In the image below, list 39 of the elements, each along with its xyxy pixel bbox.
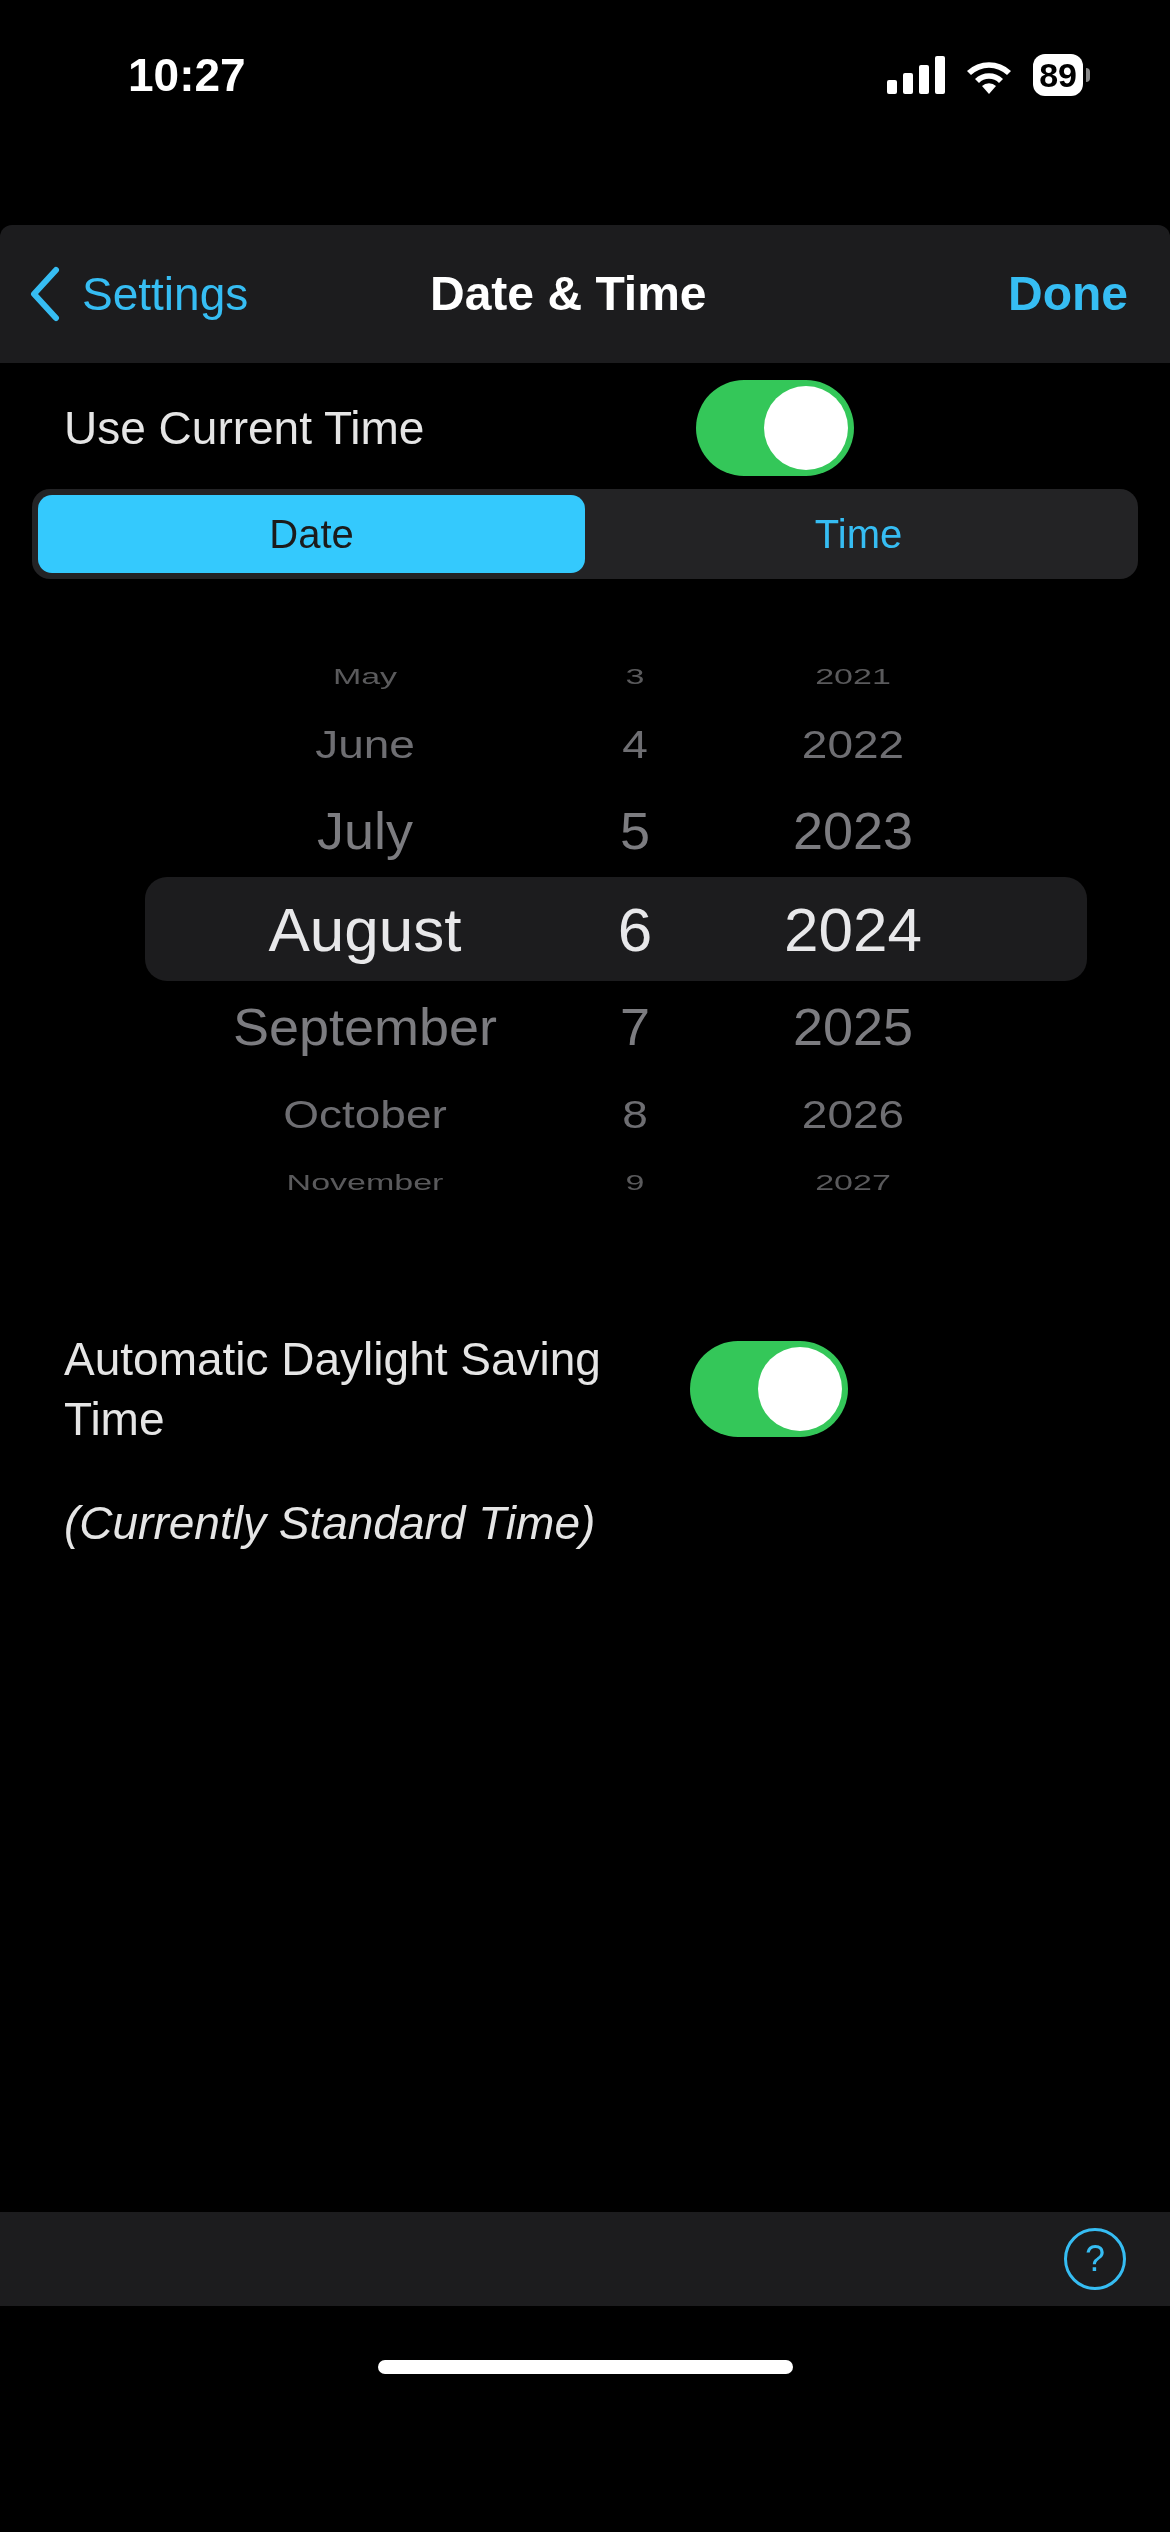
daylight-status-note: (Currently Standard Time) <box>63 1496 597 1551</box>
picker-month: May <box>331 662 399 691</box>
daylight-saving-label: Automatic Daylight Saving Time <box>64 1332 602 1447</box>
picker-day: 8 <box>575 1084 695 1144</box>
picker-day: 6 <box>575 882 695 976</box>
battery-level: 89 <box>1039 54 1077 96</box>
picker-month: September <box>231 997 499 1058</box>
picker-year: 2022 <box>800 720 906 768</box>
help-button[interactable]: ? <box>1064 2228 1126 2290</box>
picker-month: November <box>285 1168 445 1197</box>
nav-title: Date & Time <box>430 266 707 322</box>
picker-month: June <box>314 720 416 768</box>
picker-day: 3 <box>575 659 695 693</box>
picker-day: 9 <box>575 1165 695 1199</box>
back-chevron-icon <box>28 266 60 322</box>
picker-month: October <box>282 1090 448 1138</box>
done-button[interactable]: Done <box>1008 258 1142 330</box>
picker-year: 2024 <box>783 893 923 966</box>
picker-year: 2026 <box>800 1090 906 1138</box>
picker-row[interactable]: June 4 2022 <box>145 709 1087 779</box>
picker-year: 2023 <box>791 801 915 862</box>
picker-day: 5 <box>575 792 695 870</box>
use-current-time-label: Use Current Time <box>64 400 426 456</box>
picker-year: 2027 <box>814 1168 892 1197</box>
status-time: 10:27 <box>128 47 246 103</box>
picker-selection-row[interactable]: August 6 2024 <box>145 877 1087 981</box>
picker-year: 2021 <box>814 662 892 691</box>
segment-tab[interactable]: Time <box>585 495 1132 573</box>
picker-month: August <box>267 893 463 966</box>
picker-month: July <box>316 801 414 862</box>
picker-day: 4 <box>575 714 695 774</box>
segment-tab[interactable]: Date <box>38 495 585 573</box>
picker-row[interactable]: July 5 2023 <box>145 787 1087 875</box>
picker-year: 2025 <box>791 997 915 1058</box>
signal-icon <box>887 56 946 94</box>
picker-day: 7 <box>575 988 695 1066</box>
back-button[interactable]: Settings <box>28 259 249 329</box>
picker-row[interactable]: September 7 2025 <box>145 983 1087 1071</box>
picker-row[interactable]: October 8 2026 <box>145 1079 1087 1149</box>
